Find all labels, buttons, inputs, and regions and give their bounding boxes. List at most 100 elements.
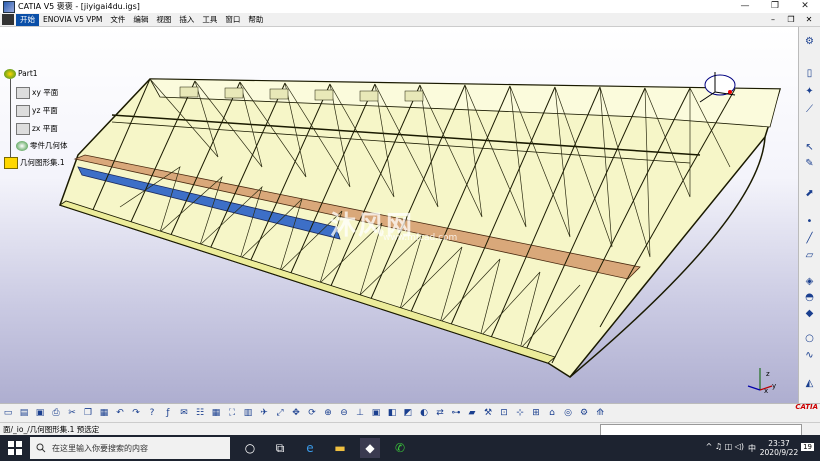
- table-icon[interactable]: ☷: [194, 407, 207, 420]
- menu-edit[interactable]: 编辑: [129, 14, 152, 26]
- menu-start[interactable]: 开始: [16, 13, 39, 26]
- grid-toggle-icon[interactable]: ⊞: [530, 407, 543, 420]
- publish-icon[interactable]: ⟰: [594, 407, 607, 420]
- copy-icon[interactable]: ❐: [82, 407, 95, 420]
- sketch-icon[interactable]: ▯: [802, 67, 817, 80]
- catalog-icon[interactable]: ▥: [242, 407, 255, 420]
- workbench-icon[interactable]: ⚙: [802, 35, 817, 48]
- tree-item-xy-plane[interactable]: xy 平面: [16, 87, 58, 99]
- analysis-icon[interactable]: ◭: [802, 377, 817, 390]
- dot-icon[interactable]: •: [802, 215, 817, 228]
- undo-icon[interactable]: ↶: [114, 407, 127, 420]
- pan-icon[interactable]: ✥: [290, 407, 303, 420]
- fly-icon[interactable]: ✈: [258, 407, 271, 420]
- minimize-button[interactable]: —: [730, 0, 760, 13]
- feature-icon[interactable]: ⚙: [578, 407, 591, 420]
- line-icon[interactable]: ⟋: [802, 103, 817, 116]
- multi-view-icon[interactable]: ▣: [370, 407, 383, 420]
- plane-icon: [16, 87, 30, 99]
- tree-item-part-body[interactable]: 零件几何体: [16, 140, 68, 151]
- surface-icon[interactable]: ◈: [802, 275, 817, 288]
- clock-time[interactable]: 23:37: [758, 439, 800, 448]
- line2-icon[interactable]: ╱: [802, 232, 817, 245]
- grid-icon[interactable]: ▦: [210, 407, 223, 420]
- menu-help[interactable]: 帮助: [244, 14, 267, 26]
- snap-icon[interactable]: ⊡: [498, 407, 511, 420]
- tree-item-yz-plane[interactable]: yz 平面: [16, 105, 58, 117]
- fill-icon[interactable]: ◆: [802, 307, 817, 320]
- zoom-out-icon[interactable]: ⊖: [338, 407, 351, 420]
- plane-tool-icon[interactable]: ▱: [802, 249, 817, 262]
- menu-window[interactable]: 窗口: [221, 14, 244, 26]
- redo-icon[interactable]: ↷: [130, 407, 143, 420]
- menu-enovia[interactable]: ENOVIA V5 VPM: [39, 14, 106, 26]
- tree-item-geometric-set[interactable]: 几何图形集.1: [4, 157, 65, 169]
- edge-browser-icon[interactable]: e: [300, 438, 320, 458]
- doc-restore-button[interactable]: ❐: [782, 13, 800, 26]
- camera-icon[interactable]: ◎: [562, 407, 575, 420]
- apply-material-icon[interactable]: ▰: [466, 407, 479, 420]
- tree-icon[interactable]: ⛶: [226, 407, 239, 420]
- print-icon[interactable]: ⎙: [50, 407, 63, 420]
- rotate-icon[interactable]: ⟳: [306, 407, 319, 420]
- axis-icon[interactable]: ⊹: [514, 407, 527, 420]
- new-icon[interactable]: ▭: [2, 407, 15, 420]
- task-switch-icon[interactable]: ⧉: [270, 438, 290, 458]
- file-explorer-icon[interactable]: ▬: [330, 438, 350, 458]
- render-style-icon[interactable]: ◩: [402, 407, 415, 420]
- tree-item-zx-plane[interactable]: zx 平面: [16, 123, 58, 135]
- normal-view-icon[interactable]: ⊥: [354, 407, 367, 420]
- taskbar: 在这里输入你要搜索的内容 ○ ⧉ e ▬ ◆ ✆ ^ ♫ ◫ ◁) 中 23:3…: [0, 435, 820, 461]
- taskbar-search-box[interactable]: 在这里输入你要搜索的内容: [30, 437, 230, 459]
- tray-icons[interactable]: ^ ♫ ◫ ◁): [706, 442, 744, 451]
- gear-icon: [16, 141, 28, 151]
- maximize-button[interactable]: ❐: [760, 0, 790, 13]
- 3d-viewport[interactable]: Part1 xy 平面 yz 平面 zx 平面 零件几何体 几何图形集.1 沐风…: [0, 27, 798, 403]
- circle-icon[interactable]: ○: [802, 332, 817, 345]
- notification-badge[interactable]: 19: [801, 443, 814, 451]
- search-icon: [36, 443, 46, 453]
- compass-widget[interactable]: [690, 67, 740, 117]
- ime-indicator[interactable]: 中: [748, 443, 756, 454]
- tools-icon[interactable]: ⚒: [482, 407, 495, 420]
- iso-view-icon[interactable]: ◧: [386, 407, 399, 420]
- windows-start-icon[interactable]: [8, 441, 22, 455]
- menu-view[interactable]: 视图: [152, 14, 175, 26]
- comment-icon[interactable]: ✉: [178, 407, 191, 420]
- measure-icon[interactable]: ⊶: [450, 407, 463, 420]
- fit-all-icon[interactable]: ⤢: [274, 407, 287, 420]
- task-view-icon[interactable]: ○: [240, 438, 260, 458]
- clock-date[interactable]: 2020/9/22: [758, 448, 800, 457]
- spline-icon[interactable]: ∿: [802, 349, 817, 362]
- document-icon[interactable]: [2, 14, 14, 25]
- hide-show-icon[interactable]: ◐: [418, 407, 431, 420]
- menu-tools[interactable]: 工具: [198, 14, 221, 26]
- tree-item-label: xy 平面: [32, 88, 59, 97]
- menu-file[interactable]: 文件: [106, 14, 129, 26]
- doc-close-button[interactable]: ✕: [800, 13, 818, 26]
- save-icon[interactable]: ▣: [34, 407, 47, 420]
- sweep-icon[interactable]: ◓: [802, 291, 817, 304]
- cut-icon[interactable]: ✂: [66, 407, 79, 420]
- extrude-icon[interactable]: ⬈: [802, 187, 817, 200]
- swap-space-icon[interactable]: ⇄: [434, 407, 447, 420]
- point-icon[interactable]: ✦: [802, 85, 817, 98]
- tree-root[interactable]: Part1: [4, 69, 38, 79]
- geometric-set-icon: [4, 157, 18, 169]
- catia-taskbar-icon[interactable]: ◆: [360, 438, 380, 458]
- axis-triad: [747, 368, 773, 391]
- open-icon[interactable]: ▤: [18, 407, 31, 420]
- formula-icon[interactable]: ƒ: [162, 407, 175, 420]
- plane-icon: [16, 105, 30, 117]
- sketch-tool-icon[interactable]: ✎: [802, 157, 817, 170]
- menu-insert[interactable]: 插入: [175, 14, 198, 26]
- paste-icon[interactable]: ▦: [98, 407, 111, 420]
- lock-icon[interactable]: ⌂: [546, 407, 559, 420]
- zoom-in-icon[interactable]: ⊕: [322, 407, 335, 420]
- help-icon[interactable]: ?: [146, 407, 159, 420]
- select-icon[interactable]: ↖: [802, 141, 817, 154]
- wechat-icon[interactable]: ✆: [390, 438, 410, 458]
- doc-minimize-button[interactable]: –: [764, 13, 782, 26]
- search-placeholder: 在这里输入你要搜索的内容: [52, 444, 148, 453]
- close-button[interactable]: ✕: [790, 0, 820, 13]
